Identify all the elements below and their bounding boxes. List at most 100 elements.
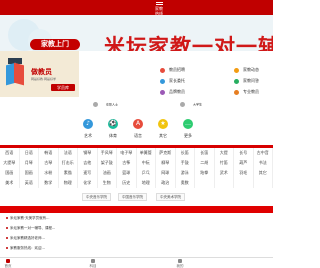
subject-cell[interactable]: 打击乐	[59, 158, 78, 168]
teacher-type-row: 在职人士 大学生	[0, 102, 273, 110]
subject-cell[interactable]: 古筝	[117, 158, 137, 168]
subject-cell[interactable]: 柳琴	[156, 158, 176, 168]
music-icon: ♪	[83, 119, 93, 129]
tab-profile[interactable]: 我的	[160, 259, 200, 268]
subject-cell[interactable]: 书法	[254, 158, 273, 168]
subject-cell[interactable]: 大提	[215, 148, 234, 158]
school-link[interactable]: 中国音乐学院	[118, 193, 147, 201]
hotline-menu-button[interactable]: 家教 热线	[152, 1, 166, 16]
category-sports[interactable]: ⚽ 体育	[104, 119, 122, 139]
user-icon	[178, 259, 182, 263]
subject-row: 西语 日语 韩语 法语 钢琴 手风琴 电子琴 单簧管 萨克斯 长笛 长笛 大提 长号 古中音	[0, 148, 273, 158]
subject-cell[interactable]: 国画	[20, 168, 39, 178]
category-language[interactable]: A 语言	[129, 119, 147, 139]
subject-cell[interactable]: 长笛	[195, 148, 215, 158]
category-icons: ♪ 艺术 ⚽ 体育 A 语言 ★ 其它 … 更多	[79, 119, 199, 144]
subject-cell[interactable]: 物理	[59, 178, 78, 188]
subject-cell[interactable]: 跆拳	[195, 168, 215, 178]
subject-cell[interactable]: 长号	[234, 148, 254, 158]
subject-cell[interactable]: 篮球	[117, 168, 137, 178]
qa-icon	[234, 78, 239, 84]
bullet-icon	[6, 237, 8, 239]
subject-cell[interactable]: 长笛	[176, 148, 195, 158]
subject-cell[interactable]: 羽毛	[234, 168, 254, 178]
news-item[interactable]: 家教服务热线：欢迎...	[6, 244, 45, 252]
subject-cell[interactable]: 二胡	[195, 158, 215, 168]
subject-cell[interactable]: 游泳	[176, 168, 195, 178]
subject-cell[interactable]: 其它	[254, 168, 273, 178]
news-item[interactable]: 米坛家教一对一辅导、课程...	[6, 224, 55, 232]
subject-cell[interactable]: 生物	[98, 178, 117, 188]
subject-row: 国画 国画 水粉 素描 速写 油画 篮球 乒乓 网球 游泳 跆拳 武术 羽毛 其它	[0, 168, 273, 178]
quick-link-pro-teachers[interactable]: 专业教员	[234, 89, 259, 95]
quick-link-teacher-recruit[interactable]: 教员招聘	[160, 67, 185, 73]
subject-cell[interactable]: 单簧管	[137, 148, 156, 158]
subject-cell[interactable]: 竹笛	[215, 158, 234, 168]
subject-cell[interactable]: 素描	[59, 168, 78, 178]
promo-desc: 网是好教·网是好学	[31, 77, 56, 81]
category-other[interactable]: ★ 其它	[154, 119, 172, 139]
subject-cell[interactable]: 电子琴	[117, 148, 137, 158]
subject-cell[interactable]: 乒乓	[137, 168, 156, 178]
subject-cell[interactable]	[234, 178, 254, 188]
subject-cell[interactable]: 英语	[20, 178, 39, 188]
quick-link-parent-request[interactable]: 家长委托	[160, 78, 185, 84]
subject-cell[interactable]: 韩语	[39, 148, 59, 158]
news-item[interactable]: 米坛家教精选好老师...	[6, 234, 45, 242]
working-professionals-link[interactable]: 在职人士	[93, 102, 118, 107]
bullet-icon	[6, 227, 8, 229]
news-icon	[234, 67, 239, 73]
subject-cell[interactable]: 数学	[39, 178, 59, 188]
subject-cell[interactable]: 国画	[0, 168, 20, 178]
subject-cell[interactable]: 网球	[156, 168, 176, 178]
tab-home[interactable]: 首页	[0, 259, 28, 268]
subject-cell[interactable]: 西语	[0, 148, 20, 158]
subject-cell[interactable]: 萨克斯	[156, 148, 176, 158]
subject-cell[interactable]: 大提琴	[0, 158, 20, 168]
subject-cell[interactable]: 日语	[20, 148, 39, 158]
subject-cell[interactable]: 历史	[117, 178, 137, 188]
subject-cell[interactable]: 水粉	[39, 168, 59, 178]
bullet-icon	[6, 247, 8, 249]
pro-icon	[234, 89, 239, 95]
subject-cell[interactable]: 手鼓	[176, 158, 195, 168]
subject-cell[interactable]: 手风琴	[98, 148, 117, 158]
subject-cell[interactable]: 速写	[78, 168, 98, 178]
quick-link-news[interactable]: 家教动态	[234, 67, 259, 73]
category-more[interactable]: … 更多	[179, 119, 197, 139]
subject-cell[interactable]	[254, 178, 273, 188]
student-pool-button[interactable]: 学员库	[51, 84, 75, 91]
hero-banner[interactable]: 家教上门 米坛家教一对一辅	[0, 15, 273, 51]
college-students-link[interactable]: 大学生	[180, 102, 202, 107]
subject-cell[interactable]: 法语	[59, 148, 78, 158]
category-art[interactable]: ♪ 艺术	[79, 119, 97, 139]
school-link[interactable]: 中央音乐学院	[82, 193, 111, 201]
quick-link-qa[interactable]: 家教问答	[234, 78, 259, 84]
subject-cell[interactable]	[215, 178, 234, 188]
subject-cell[interactable]	[195, 178, 215, 188]
news-item[interactable]: 米坛家教·天美学员就有...	[6, 214, 49, 222]
school-link[interactable]: 中央美术学院	[156, 193, 185, 201]
subject-cell[interactable]: 月琴	[20, 158, 39, 168]
subject-cell[interactable]: 中阮	[137, 158, 156, 168]
quick-link-brand-teachers[interactable]: 品牌教员	[160, 89, 185, 95]
subject-cell[interactable]: 油画	[98, 168, 117, 178]
subject-cell[interactable]: 古琴	[39, 158, 59, 168]
subject-cell[interactable]: 钢琴	[78, 148, 98, 158]
subject-cell[interactable]: 政治	[156, 178, 176, 188]
subject-cell[interactable]: 古中音	[254, 148, 273, 158]
bullet-icon	[6, 217, 8, 219]
subject-cell[interactable]: 美术	[0, 178, 20, 188]
subject-cell[interactable]: 葫芦	[234, 158, 254, 168]
subject-cell[interactable]: 武术	[215, 168, 234, 178]
tab-subjects[interactable]: 科目	[73, 259, 113, 268]
subject-cell[interactable]: 奥数	[176, 178, 195, 188]
subject-cell[interactable]: 化学	[78, 178, 98, 188]
teacher-promo-card[interactable]: 做教员 网是好教·网是好学 学员库	[0, 51, 79, 97]
star-icon: ★	[158, 119, 168, 129]
subject-grid: 西语 日语 韩语 法语 钢琴 手风琴 电子琴 单簧管 萨克斯 长笛 长笛 大提 长号 古中音 大提琴 月琴 古琴…	[0, 148, 273, 190]
subject-cell[interactable]: 吉他	[78, 158, 98, 168]
subject-cell[interactable]: 架子鼓	[98, 158, 117, 168]
bottom-tab-bar: 首页 科目 我的	[0, 257, 273, 268]
subject-cell[interactable]: 地理	[137, 178, 156, 188]
